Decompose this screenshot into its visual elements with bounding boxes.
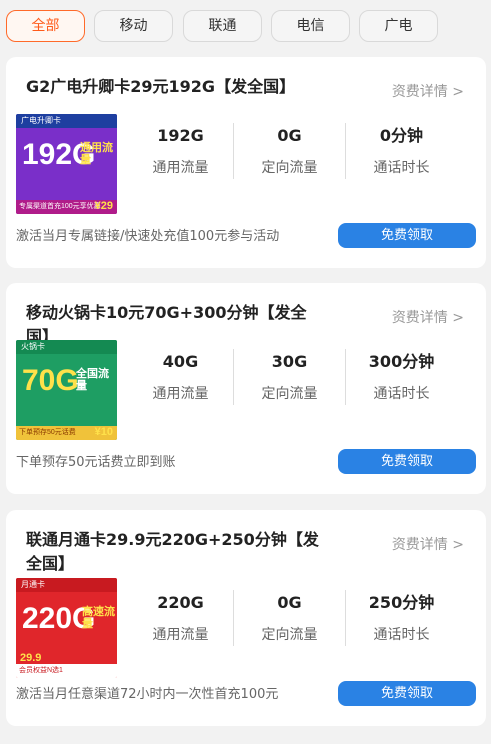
stat-label: 通用流量 xyxy=(152,627,209,643)
stat-value: 192G xyxy=(157,126,204,145)
plan-note: 下单预存50元话费立即到账 xyxy=(16,455,176,470)
plan-stats: 40G 通用流量 30G 定向流量 300分钟 通话时长 xyxy=(124,349,464,409)
plan-stats: 192G 通用流量 0G 定向流量 0分钟 通话时长 xyxy=(124,123,464,183)
details-link[interactable]: 资费详情 > xyxy=(392,81,464,101)
plan-image-price: 29.9 xyxy=(20,652,42,664)
claim-button[interactable]: 免费领取 xyxy=(338,449,476,474)
plan-image-header: 月通卡 xyxy=(16,578,117,592)
stat-value: 30G xyxy=(271,352,308,371)
plan-card[interactable]: 联通月通卡29.9元220G+250分钟【发全国】 资费详情 > 月通卡 220… xyxy=(6,510,486,726)
plan-stats: 220G 通用流量 0G 定向流量 250分钟 通话时长 xyxy=(124,590,464,650)
tab-broadcast[interactable]: 广电 xyxy=(359,10,438,42)
stat-label: 定向流量 xyxy=(261,627,318,643)
stat-general-data: 40G 通用流量 xyxy=(124,349,237,407)
stat-label: 通用流量 xyxy=(152,386,209,402)
stat-value: 220G xyxy=(157,593,204,612)
stat-general-data: 192G 通用流量 xyxy=(124,123,237,181)
plan-title: 联通月通卡29.9元220G+250分钟【发全国】 xyxy=(26,530,319,573)
plan-image-tag: 全国流量 xyxy=(76,368,109,392)
plan-image-price: ¥10 xyxy=(94,426,113,438)
tab-unicom[interactable]: 联通 xyxy=(183,10,262,42)
stat-directed-data: 0G 定向流量 xyxy=(233,123,346,181)
plan-title: G2广电升卿卡29元192G【发全国】 xyxy=(26,77,296,96)
plan-image-tag: 通用流量 xyxy=(80,142,113,166)
claim-button[interactable]: 免费领取 xyxy=(338,681,476,706)
stat-general-data: 220G 通用流量 xyxy=(124,590,237,648)
carrier-tabs: 全部 移动 联通 电信 广电 xyxy=(0,0,491,50)
stat-value: 0G xyxy=(277,126,302,145)
stat-value: 0分钟 xyxy=(379,126,424,145)
tab-mobile[interactable]: 移动 xyxy=(94,10,173,42)
stat-value: 0G xyxy=(277,593,302,612)
claim-button[interactable]: 免费领取 xyxy=(338,223,476,248)
plan-image-price: ¥29 xyxy=(94,200,113,212)
stat-value: 40G xyxy=(162,352,199,371)
plan-image: 火锅卡 70G 全国流量 下单预存50元话费 ¥10 xyxy=(16,340,117,440)
plan-image-tag: 高速流量 xyxy=(82,606,115,630)
details-link[interactable]: 资费详情 > xyxy=(392,534,464,554)
stat-call-minutes: 300分钟 通话时长 xyxy=(345,349,458,407)
tab-all[interactable]: 全部 xyxy=(6,10,85,42)
tab-telecom[interactable]: 电信 xyxy=(271,10,350,42)
stat-call-minutes: 250分钟 通话时长 xyxy=(345,590,458,648)
plan-image-header: 广电升卿卡 xyxy=(16,114,117,128)
details-link[interactable]: 资费详情 > xyxy=(392,307,464,327)
stat-label: 定向流量 xyxy=(261,386,318,402)
plan-image: 广电升卿卡 192G 通用流量 专属渠道首充100元享优惠 ¥29 xyxy=(16,114,117,214)
plan-image-data: 70G xyxy=(22,364,79,397)
plan-image-footer: 会员权益N选1 xyxy=(16,664,117,678)
stat-call-minutes: 0分钟 通话时长 xyxy=(345,123,458,181)
stat-label: 通用流量 xyxy=(152,160,209,176)
plan-image: 月通卡 220G 高速流量 会员权益N选1 29.9 xyxy=(16,578,117,678)
stat-value: 250分钟 xyxy=(368,593,435,612)
plan-card[interactable]: 移动火锅卡10元70G+300分钟【发全国】 资费详情 > 火锅卡 70G 全国… xyxy=(6,283,486,494)
plan-note: 激活当月任意渠道72小时内一次性首充100元 xyxy=(16,687,279,702)
stat-value: 300分钟 xyxy=(368,352,435,371)
plan-note: 激活当月专属链接/快速处充值100元参与活动 xyxy=(16,229,280,244)
plan-image-header: 火锅卡 xyxy=(16,340,117,354)
stat-label: 通话时长 xyxy=(373,386,430,402)
stat-label: 通话时长 xyxy=(373,160,430,176)
stat-label: 定向流量 xyxy=(261,160,318,176)
stat-directed-data: 30G 定向流量 xyxy=(233,349,346,407)
stat-label: 通话时长 xyxy=(373,627,430,643)
stat-directed-data: 0G 定向流量 xyxy=(233,590,346,648)
plan-card[interactable]: G2广电升卿卡29元192G【发全国】 资费详情 > 广电升卿卡 192G 通用… xyxy=(6,57,486,268)
